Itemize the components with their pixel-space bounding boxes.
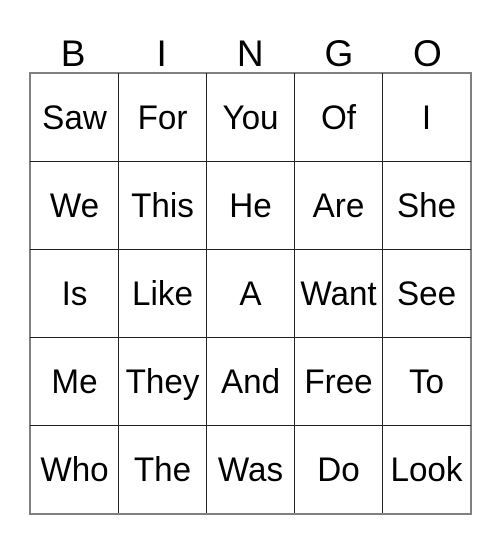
bingo-row: Me They And Free To xyxy=(30,337,471,426)
bingo-cell-label: To xyxy=(408,362,445,401)
bingo-header-letter: B xyxy=(60,33,86,74)
bingo-cell[interactable]: They xyxy=(118,337,207,426)
bingo-cell[interactable]: This xyxy=(118,161,207,250)
bingo-cell[interactable]: Me xyxy=(30,337,119,426)
bingo-cell-label: She xyxy=(396,186,457,225)
bingo-cell[interactable]: A xyxy=(206,249,295,338)
bingo-cell-label: And xyxy=(220,362,281,401)
bingo-grid: Saw For You Of I We This He Are She Is L… xyxy=(29,72,472,515)
bingo-cell-label: Free xyxy=(304,362,373,401)
bingo-cell[interactable]: Is xyxy=(30,249,119,338)
bingo-cell[interactable]: Are xyxy=(294,161,383,250)
bingo-cell[interactable]: I xyxy=(382,73,471,162)
bingo-cell[interactable]: Free xyxy=(294,337,383,426)
bingo-cell-label: He xyxy=(229,186,272,225)
bingo-header-letter: G xyxy=(324,33,354,74)
bingo-header-cell-b: B xyxy=(29,24,118,72)
bingo-row: Saw For You Of I xyxy=(30,73,471,162)
bingo-cell[interactable]: See xyxy=(382,249,471,338)
bingo-cell-label: Want xyxy=(300,274,377,313)
bingo-card: B I N G O Saw For You Of I We This He Ar… xyxy=(29,24,472,515)
bingo-cell-label: I xyxy=(421,98,432,137)
bingo-cell[interactable]: The xyxy=(118,425,207,514)
bingo-row: Who The Was Do Look xyxy=(30,425,471,514)
bingo-header-row: B I N G O xyxy=(29,24,472,72)
bingo-cell[interactable]: Look xyxy=(382,425,471,514)
bingo-cell-label: Saw xyxy=(42,98,107,137)
bingo-grid-table: Saw For You Of I We This He Are She Is L… xyxy=(30,73,471,514)
bingo-cell[interactable]: Was xyxy=(206,425,295,514)
bingo-cell-label: A xyxy=(239,274,262,313)
bingo-cell-label: Is xyxy=(61,274,88,313)
bingo-cell-label: Was xyxy=(217,450,284,489)
bingo-cell-label: Me xyxy=(51,362,98,401)
bingo-cell-label: Look xyxy=(390,450,463,489)
bingo-cell[interactable]: And xyxy=(206,337,295,426)
bingo-cell[interactable]: For xyxy=(118,73,207,162)
bingo-cell-label: The xyxy=(133,450,192,489)
bingo-cell[interactable]: Saw xyxy=(30,73,119,162)
bingo-header-letter: N xyxy=(236,33,265,74)
bingo-cell[interactable]: She xyxy=(382,161,471,250)
bingo-row: We This He Are She xyxy=(30,161,471,250)
bingo-cell[interactable]: Want xyxy=(294,249,383,338)
bingo-cell-label: For xyxy=(137,98,188,137)
bingo-header-cell-i: I xyxy=(118,24,207,72)
bingo-cell[interactable]: To xyxy=(382,337,471,426)
bingo-cell[interactable]: Who xyxy=(30,425,119,514)
bingo-header-cell-g: G xyxy=(295,24,384,72)
bingo-cell[interactable]: Like xyxy=(118,249,207,338)
bingo-cell-label: We xyxy=(49,186,100,225)
bingo-cell-label: Of xyxy=(320,98,357,137)
bingo-header-letter: O xyxy=(413,33,443,74)
bingo-cell[interactable]: You xyxy=(206,73,295,162)
bingo-header-cell-n: N xyxy=(206,24,295,72)
bingo-cell-label: You xyxy=(222,98,279,137)
bingo-cell[interactable]: Do xyxy=(294,425,383,514)
bingo-cell-label: Do xyxy=(317,450,360,489)
bingo-row: Is Like A Want See xyxy=(30,249,471,338)
bingo-cell-label: See xyxy=(396,274,457,313)
bingo-header-letter: I xyxy=(156,33,168,74)
bingo-cell[interactable]: We xyxy=(30,161,119,250)
bingo-cell-label: They xyxy=(125,362,200,401)
bingo-cell-label: Like xyxy=(132,274,193,313)
bingo-cell-label: This xyxy=(131,186,194,225)
bingo-cell-label: Who xyxy=(40,450,109,489)
bingo-header-cell-o: O xyxy=(383,24,472,72)
bingo-cell[interactable]: He xyxy=(206,161,295,250)
bingo-cell-label: Are xyxy=(312,186,365,225)
bingo-cell[interactable]: Of xyxy=(294,73,383,162)
